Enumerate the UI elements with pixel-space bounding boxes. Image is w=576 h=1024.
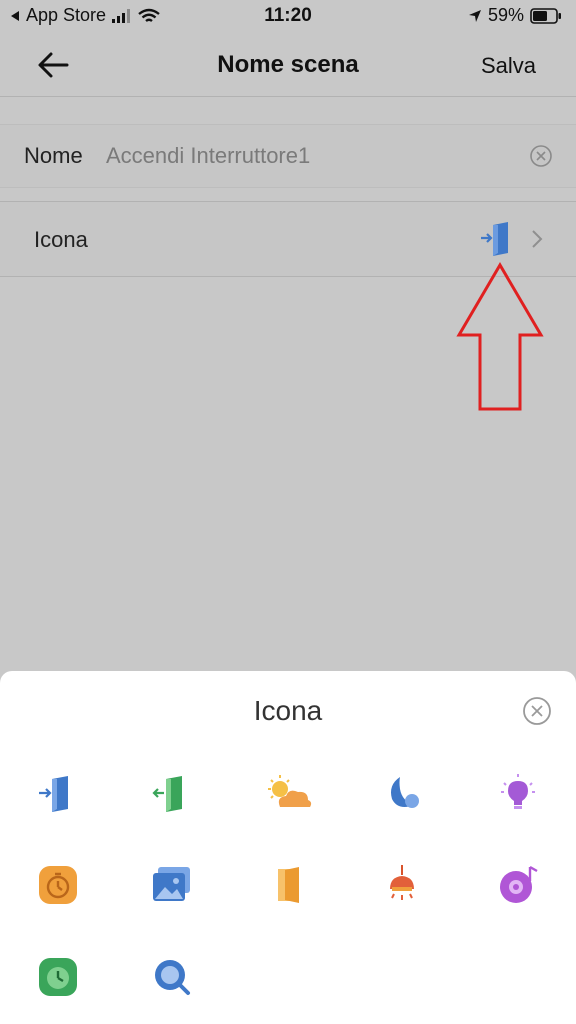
music-disc-icon[interactable] <box>496 863 540 907</box>
navigation-bar: Nome scena Salva <box>0 34 576 97</box>
sheet-title: Icona <box>253 695 323 726</box>
alarm-clock-icon[interactable] <box>36 955 80 999</box>
selected-door-enter-icon[interactable] <box>480 221 514 257</box>
door-enter-blue-icon[interactable] <box>34 771 78 815</box>
chevron-right-icon <box>532 230 543 248</box>
moon-night-icon[interactable] <box>380 771 424 815</box>
annotation-arrow <box>456 262 544 411</box>
scene-name-input[interactable]: Accendi Interruttore1 <box>106 143 310 169</box>
clear-input-icon[interactable] <box>529 144 553 168</box>
scene-name-row: Nome Accendi Interruttore1 <box>0 124 576 188</box>
name-label: Nome <box>24 143 83 168</box>
sun-cloud-icon[interactable] <box>264 771 314 815</box>
icon-picker-sheet: Icona <box>0 671 576 1024</box>
door-orange-icon[interactable] <box>266 863 310 907</box>
icon-label: Icona <box>34 227 88 252</box>
light-bulb-icon[interactable] <box>496 771 540 815</box>
close-icon[interactable] <box>522 696 552 726</box>
status-right: 59% <box>468 5 562 26</box>
battery-icon <box>530 7 561 24</box>
location-arrow-icon <box>468 9 481 22</box>
door-exit-green-icon[interactable] <box>148 771 192 815</box>
search-icon[interactable] <box>150 955 194 999</box>
status-bar: App Store 11:20 59% <box>0 0 576 34</box>
stopwatch-icon[interactable] <box>36 863 80 907</box>
photo-gallery-icon[interactable] <box>150 863 194 907</box>
save-button[interactable]: Salva <box>481 53 536 79</box>
battery-percent: 59% <box>487 5 524 25</box>
ceiling-lamp-icon[interactable] <box>380 863 424 907</box>
